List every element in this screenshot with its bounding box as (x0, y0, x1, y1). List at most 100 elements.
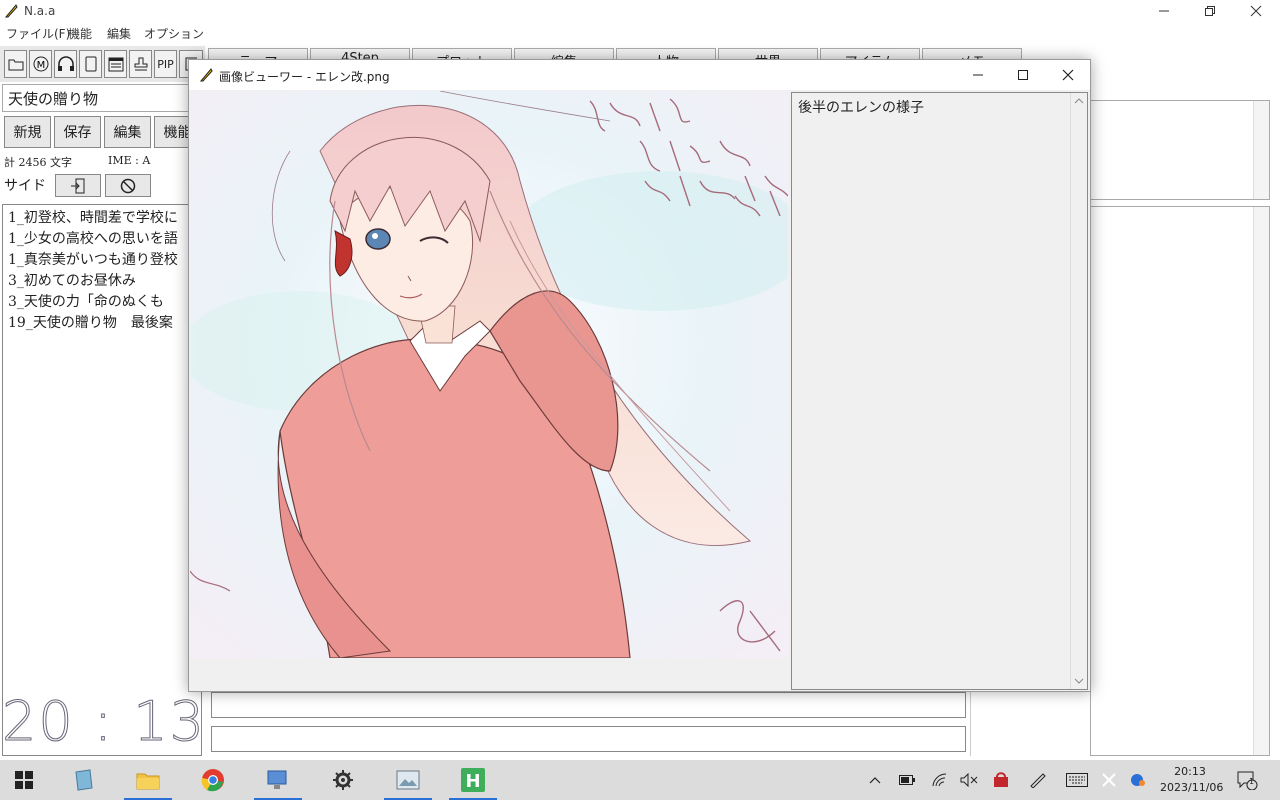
tablet-button[interactable] (79, 50, 102, 78)
pip-button[interactable]: PIP (154, 50, 177, 78)
start-button[interactable] (0, 760, 48, 800)
tray-x-icon[interactable] (1098, 770, 1120, 790)
image-icon (396, 770, 420, 790)
tablet-icon (85, 56, 96, 72)
viewer-minimize-button[interactable] (955, 60, 1000, 90)
h-app-icon: H (461, 768, 485, 792)
scrollbar[interactable] (1070, 93, 1087, 689)
taskbar-file-explorer[interactable] (120, 760, 176, 800)
list-item[interactable]: 3_天使の力「命のぬくも (3, 292, 201, 313)
taskbar-notes-app[interactable] (55, 760, 111, 800)
prohibited-icon (120, 178, 136, 193)
folder-icon (8, 59, 23, 71)
cloud-sync-icon[interactable] (1127, 770, 1149, 790)
taskbar-remote-desktop[interactable] (250, 760, 306, 800)
audio-button[interactable] (54, 50, 77, 78)
folder-icon (136, 773, 160, 790)
menu-edit[interactable]: 編集 (107, 25, 131, 42)
restore-button[interactable] (1187, 0, 1233, 22)
char-count: 計 2456 文字 (4, 156, 72, 169)
pen-app-icon (199, 68, 213, 82)
calendar-icon (108, 57, 123, 72)
stamp-icon (134, 57, 147, 71)
scroll-arrows (1074, 98, 1084, 684)
close-button[interactable] (1233, 0, 1279, 22)
notebook-icon (75, 769, 93, 791)
circled-m-icon: M (33, 56, 48, 72)
memo-textarea[interactable]: 後半のエレンの様子 (791, 92, 1088, 690)
battery-icon[interactable] (896, 770, 918, 790)
chrome-icon (201, 769, 224, 792)
pen-app-icon (4, 4, 18, 18)
document-arrow-icon (71, 178, 85, 193)
save-button[interactable]: 保存 (54, 116, 101, 148)
antivirus-icon[interactable] (990, 770, 1012, 790)
viewer-close-button[interactable] (1045, 60, 1090, 90)
close-icon (1250, 5, 1262, 17)
system-date: 2023/11/06 (1160, 781, 1224, 794)
taskbar-naa-app[interactable]: H (445, 760, 501, 800)
gear-icon (333, 770, 353, 790)
side-insert-button[interactable] (55, 174, 101, 197)
menu-function[interactable]: 機能 (68, 25, 92, 42)
menu-file[interactable]: ファイル(F) (6, 25, 70, 42)
m-button[interactable]: M (29, 50, 52, 78)
edit-button[interactable]: 編集 (104, 116, 151, 148)
list-item[interactable]: 3_初めてのお昼休み (3, 271, 201, 292)
svg-text:H: H (465, 771, 480, 792)
bottom-input-1[interactable] (211, 692, 966, 718)
stamp-button[interactable] (129, 50, 152, 78)
notification-count: 1 (1249, 777, 1255, 786)
viewer-titlebar: 画像ビューワー - エレン改.png (189, 60, 1090, 90)
system-clock[interactable]: 20:13 2023/11/06 (1160, 764, 1224, 796)
taskbar-chrome[interactable] (185, 760, 241, 800)
minimize-icon (1159, 10, 1169, 12)
new-button[interactable]: 新規 (4, 116, 51, 148)
minimize-icon (972, 74, 983, 76)
notification-icon (1237, 771, 1258, 790)
list-item[interactable]: 19_天使の贈り物 最後案 (3, 313, 201, 334)
taskbar-photo-viewer[interactable] (380, 760, 436, 800)
document-title-field[interactable]: 天使の贈り物 (2, 84, 202, 112)
right-notes-pane[interactable] (1090, 100, 1270, 200)
list-item[interactable]: 1_少女の高校への思いを語 (3, 229, 201, 250)
memo-text: 後半のエレンの様子 (798, 100, 924, 116)
divider (970, 690, 971, 756)
viewer-maximize-button[interactable] (1000, 60, 1045, 90)
system-time: 20:13 (1174, 765, 1206, 778)
calendar-button[interactable] (104, 50, 127, 78)
network-icon[interactable] (929, 770, 951, 790)
speaker-muted-icon[interactable] (958, 770, 980, 790)
pen-ink-icon[interactable] (1027, 770, 1049, 790)
maximize-icon (1017, 70, 1028, 80)
svg-text:M: M (36, 60, 45, 71)
side-label: サイド (4, 178, 46, 194)
ime-status: IME : A (108, 154, 151, 167)
outline-list: 1_初登校、時間差で学校に 1_少女の高校への思いを語 1_真奈美がいつも通り登… (2, 204, 202, 756)
scrollbar[interactable] (1253, 101, 1269, 199)
tray-chevron-up-icon[interactable] (864, 770, 886, 790)
image-viewer-dialog: 画像ビューワー - エレン改.png 後半のエレンの様子 (188, 59, 1091, 692)
list-item[interactable]: 1_初登校、時間差で学校に (3, 208, 201, 229)
open-folder-button[interactable] (4, 50, 27, 78)
right-text-pane[interactable] (1090, 206, 1270, 756)
minimize-button[interactable] (1141, 0, 1187, 22)
app-title: N.a.a (24, 4, 56, 18)
keyboard-icon[interactable] (1066, 770, 1088, 790)
menu-options[interactable]: オプション (144, 25, 204, 42)
viewer-title: 画像ビューワー - エレン改.png (219, 70, 390, 84)
anime-girl-illustration (190, 91, 788, 658)
notification-button[interactable]: 1 (1236, 770, 1258, 790)
icon-toolbar: M PIP (0, 46, 205, 82)
main-titlebar: N.a.a (0, 0, 1280, 22)
headphones-icon (57, 56, 74, 71)
scrollbar[interactable] (1253, 207, 1269, 755)
side-clear-button[interactable] (105, 174, 151, 197)
bottom-input-2[interactable] (211, 726, 966, 752)
taskbar-settings[interactable] (315, 760, 371, 800)
menubar: ファイル(F) 機能 編集 オプション (0, 22, 1280, 42)
taskbar: H 20:13 2023/11/06 1 (0, 760, 1280, 800)
list-item[interactable]: 1_真奈美がいつも通り登校 (3, 250, 201, 271)
restore-icon (1205, 6, 1215, 16)
windows-logo-icon (15, 771, 33, 789)
